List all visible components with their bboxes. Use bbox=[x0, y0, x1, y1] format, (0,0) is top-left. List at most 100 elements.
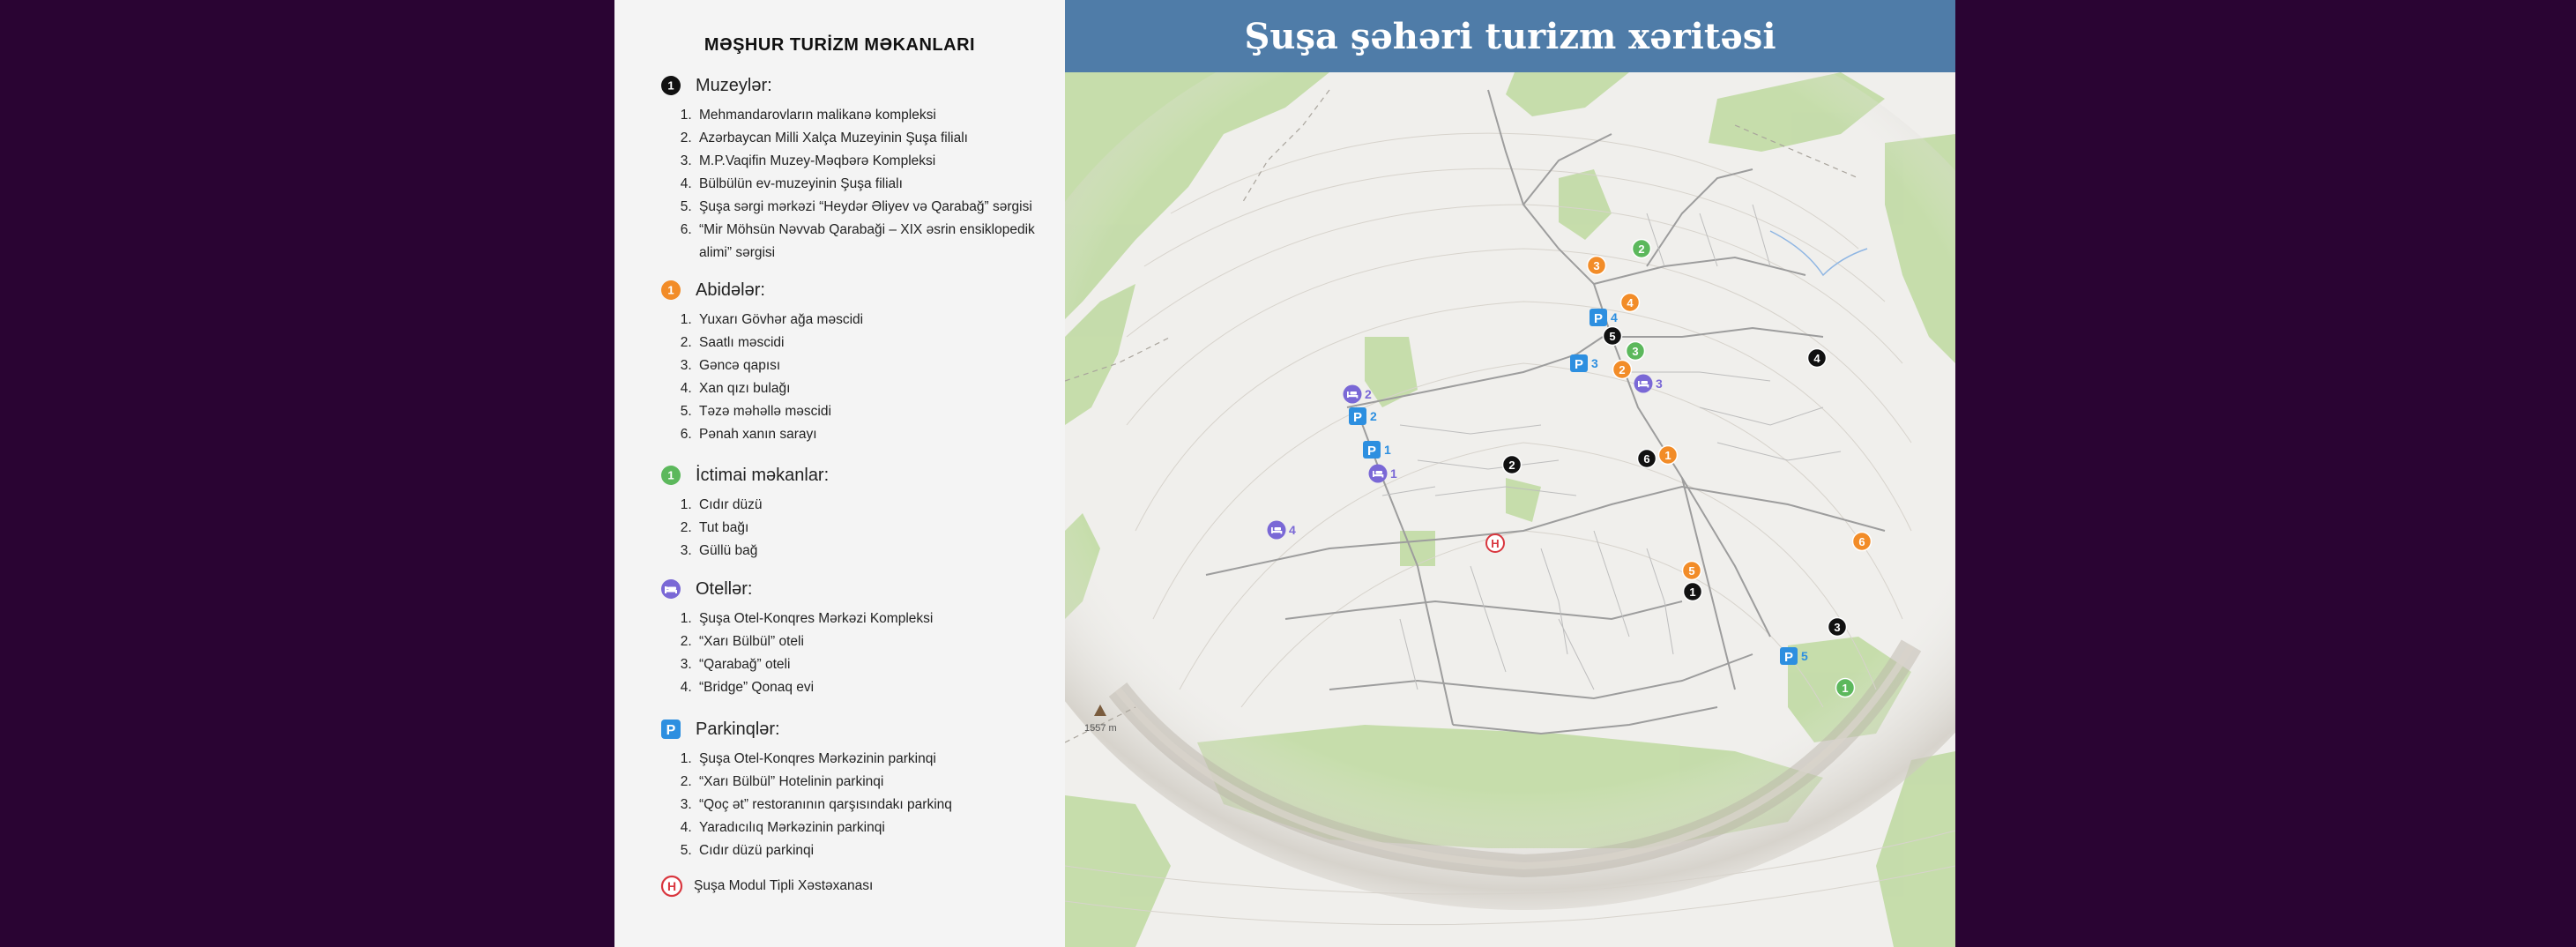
hospital-icon: H bbox=[660, 875, 683, 898]
map-canvas[interactable]: 1557 m 123456 123456 123 1234 P 1P 2P 3P 4P 5… bbox=[1065, 72, 1955, 947]
list-item: Şuşa Otel-Konqres Mərkəzi Kompleksi bbox=[696, 608, 1048, 630]
museum-marker-3[interactable]: 3 bbox=[1827, 616, 1848, 638]
legend-section-monuments: 1 Abidələr: Yuxarı Gövhər ağa məscidi Sa… bbox=[660, 277, 1048, 446]
parking-number: 2 bbox=[1370, 409, 1377, 423]
monument-marker-4[interactable]: 4 bbox=[1619, 292, 1641, 313]
monument-marker-3[interactable]: 3 bbox=[1586, 255, 1607, 276]
museum-marker-number: 3 bbox=[1834, 621, 1840, 634]
hotel-marker-4[interactable]: 4 bbox=[1267, 520, 1297, 540]
hotel-bed-icon bbox=[661, 579, 681, 599]
legend-section-parking: P Parkinqlər: Şuşa Otel-Konqres Mərkəzin… bbox=[660, 716, 1048, 862]
museum-marker-6[interactable]: 6 bbox=[1636, 448, 1657, 469]
museum-marker-5[interactable]: 5 bbox=[1602, 325, 1623, 347]
legend-section-museums: 1 Muzeylər: Mehmandarovların malikanə ko… bbox=[660, 72, 1048, 265]
map-title: Şuşa şəhəri turizm xəritəsi bbox=[1244, 15, 1776, 57]
list-item: Təzə məhəllə məscidi bbox=[696, 400, 1048, 423]
parking-icon: P bbox=[661, 720, 681, 739]
public-marker-1[interactable]: 1 bbox=[1835, 677, 1856, 698]
parking-marker-1[interactable]: P1 bbox=[1363, 441, 1391, 459]
hotel-marker-2[interactable]: 2 bbox=[1343, 384, 1373, 404]
monument-marker-icon: 1 bbox=[661, 280, 681, 300]
monument-marker-6[interactable]: 6 bbox=[1851, 531, 1872, 552]
public-marker-number: 2 bbox=[1638, 242, 1644, 256]
hotel-number: 3 bbox=[1656, 377, 1663, 391]
museum-legend-number: 1 bbox=[667, 79, 674, 93]
hotel-marker-3[interactable]: 3 bbox=[1634, 374, 1664, 393]
legend-section-hotels: Otellər: Şuşa Otel-Konqres Mərkəzi Kompl… bbox=[660, 576, 1048, 699]
list-item: Yaradıcılıq Mərkəzinin parkinqi bbox=[696, 817, 1048, 839]
list-item: “Mir Möhsün Nəvvab Qarabaği – XIX əsrin … bbox=[696, 219, 1048, 265]
public-marker-2[interactable]: 2 bbox=[1631, 238, 1652, 259]
list-item: Xan qızı bulağı bbox=[696, 377, 1048, 400]
parking-marker-5[interactable]: P5 bbox=[1780, 647, 1808, 665]
monument-marker-1[interactable]: 1 bbox=[1657, 444, 1679, 466]
list-item: Şuşa sərgi mərkəzi “Heydər Əliyev və Qar… bbox=[696, 196, 1048, 219]
list-item: Mehmandarovların malikanə kompleksi bbox=[696, 104, 1048, 127]
public-list: Cıdır düzü Tut bağı Güllü bağ bbox=[660, 494, 1048, 563]
monument-marker-number: 5 bbox=[1688, 564, 1694, 578]
hospital-marker-glyph: H bbox=[1491, 537, 1499, 550]
hospital-marker[interactable]: H bbox=[1485, 533, 1505, 553]
list-item: Azərbaycan Milli Xalça Muzeyinin Şuşa fi… bbox=[696, 127, 1048, 150]
parking-glyph: P bbox=[1353, 410, 1362, 425]
monument-marker-2[interactable]: 2 bbox=[1612, 359, 1633, 380]
museums-label: Muzeylər: bbox=[696, 75, 772, 95]
monuments-label: Abidələr: bbox=[696, 280, 765, 300]
hospital-label: Şuşa Modul Tipli Xəstəxanası bbox=[694, 878, 874, 893]
monument-marker-number: 6 bbox=[1858, 535, 1865, 548]
monument-legend-number: 1 bbox=[667, 284, 674, 297]
parking-glyph: P bbox=[1575, 357, 1583, 372]
parking-list: Şuşa Otel-Konqres Mərkəzinin parkinqi “X… bbox=[660, 748, 1048, 862]
parking-marker-4[interactable]: P4 bbox=[1590, 309, 1618, 326]
hotels-list: Şuşa Otel-Konqres Mərkəzi Kompleksi “Xar… bbox=[660, 608, 1048, 699]
peak-label: 1557 m bbox=[1084, 723, 1117, 734]
parking-label: Parkinqlər: bbox=[696, 719, 780, 739]
museum-marker-2[interactable]: 2 bbox=[1501, 454, 1523, 475]
map-header: Şuşa şəhəri turizm xəritəsi bbox=[1065, 0, 1955, 72]
parking-marker-2[interactable]: P2 bbox=[1349, 407, 1377, 425]
public-label: İctimai məkanlar: bbox=[696, 465, 830, 485]
parking-legend-glyph: P bbox=[666, 723, 676, 738]
public-legend-number: 1 bbox=[667, 469, 674, 482]
list-item: “Xarı Bülbül” oteli bbox=[696, 630, 1048, 653]
hospital-legend-glyph: H bbox=[667, 879, 676, 893]
public-space-marker-icon: 1 bbox=[661, 466, 681, 485]
hotels-label: Otellər: bbox=[696, 578, 753, 599]
list-item: Yuxarı Gövhər ağa məscidi bbox=[696, 309, 1048, 332]
list-item: Tut bağı bbox=[696, 517, 1048, 540]
parking-glyph: P bbox=[1594, 311, 1603, 326]
parking-number: 4 bbox=[1611, 310, 1618, 324]
list-item: Cıdır düzü bbox=[696, 494, 1048, 517]
list-item: Pənah xanın sarayı bbox=[696, 423, 1048, 446]
monument-marker-number: 1 bbox=[1664, 449, 1671, 462]
monument-marker-number: 4 bbox=[1627, 296, 1634, 309]
parking-number: 1 bbox=[1384, 443, 1391, 457]
public-marker-number: 1 bbox=[1842, 682, 1848, 695]
list-item: Cıdır düzü parkinqi bbox=[696, 839, 1048, 862]
museum-marker-1[interactable]: 1 bbox=[1682, 581, 1703, 602]
legend-title: MƏŞHUR TURİZM MƏKANLARI bbox=[704, 35, 976, 55]
public-marker-3[interactable]: 3 bbox=[1625, 340, 1646, 362]
hotel-marker-1[interactable]: 1 bbox=[1368, 464, 1398, 483]
museum-marker-number: 1 bbox=[1689, 585, 1695, 599]
list-item: M.P.Vaqifin Muzey-Məqbərə Kompleksi bbox=[696, 150, 1048, 173]
parking-glyph: P bbox=[1367, 444, 1376, 459]
public-marker-number: 3 bbox=[1632, 345, 1638, 358]
museum-marker-icon: 1 bbox=[661, 76, 681, 95]
monument-marker-5[interactable]: 5 bbox=[1681, 560, 1702, 581]
parking-glyph: P bbox=[1784, 650, 1793, 665]
legend-section-public: 1 İctimai məkanlar: Cıdır düzü Tut bağı … bbox=[660, 462, 1048, 563]
museum-marker-number: 2 bbox=[1508, 459, 1515, 472]
parking-number: 3 bbox=[1591, 356, 1598, 370]
hotel-number: 4 bbox=[1289, 523, 1296, 537]
map-panel: Şuşa şəhəri turizm xəritəsi 1557 m 1 2 3… bbox=[1065, 0, 1955, 947]
museum-marker-number: 5 bbox=[1609, 330, 1615, 343]
list-item: Saatlı məscidi bbox=[696, 332, 1048, 354]
terrain-ridge bbox=[1065, 72, 1955, 910]
list-item: “Qoç ət” restoranının qarşısındakı parki… bbox=[696, 794, 1048, 817]
parking-marker-3[interactable]: P3 bbox=[1570, 354, 1598, 372]
museum-marker-4[interactable]: 4 bbox=[1806, 347, 1828, 369]
museum-marker-number: 4 bbox=[1813, 352, 1820, 365]
museums-list: Mehmandarovların malikanə kompleksi Azər… bbox=[660, 104, 1048, 265]
list-item: “Qarabağ” oteli bbox=[696, 653, 1048, 676]
